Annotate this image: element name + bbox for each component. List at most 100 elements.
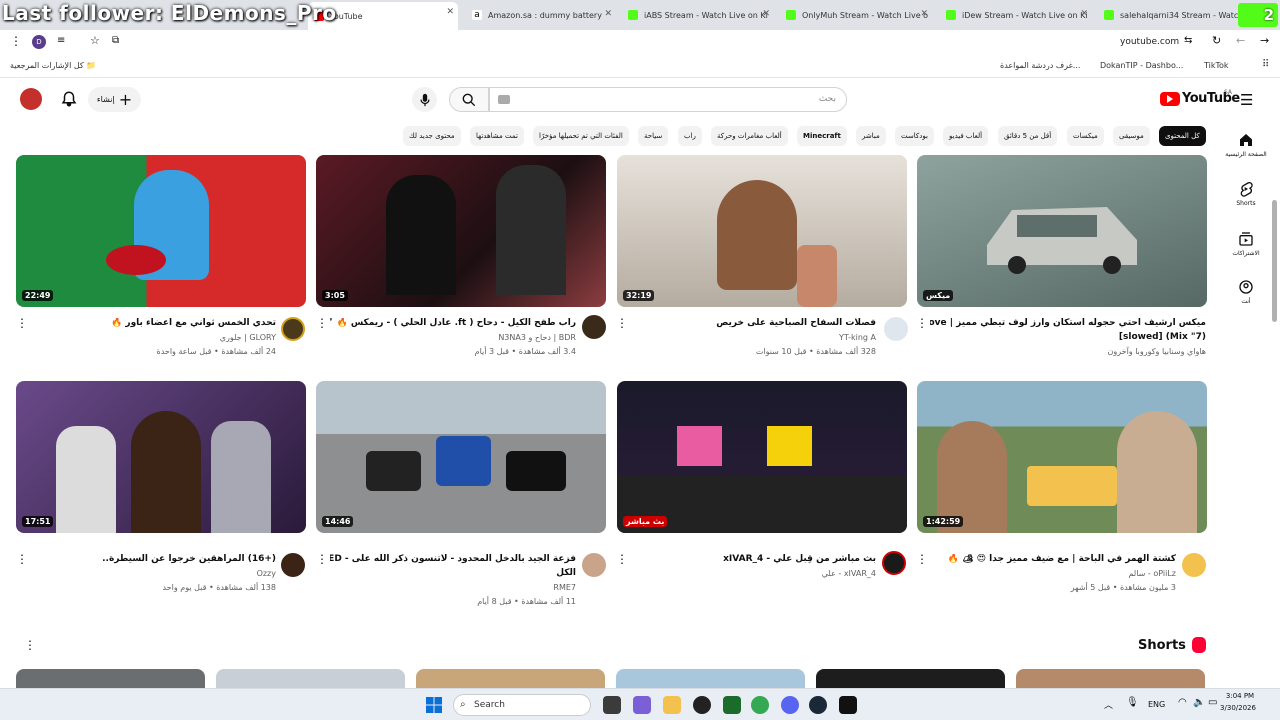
channel-avatar-live[interactable]	[882, 551, 906, 575]
short-thumbnail[interactable]	[416, 669, 605, 688]
video-menu-icon[interactable]: ⋮	[316, 317, 328, 329]
short-thumbnail[interactable]	[16, 669, 205, 688]
search-button[interactable]	[449, 87, 489, 112]
keyboard-icon[interactable]	[498, 95, 510, 104]
chip-filter[interactable]: ميكسات	[1067, 126, 1104, 146]
back-icon[interactable]: →	[1260, 34, 1269, 47]
bookmark-dokantip[interactable]: DokanTIP - Dashbo...	[1100, 61, 1183, 70]
video-title[interactable]: تحدي الخمس ثواني مع اعضاء باور 🔥	[30, 318, 276, 328]
account-avatar[interactable]	[20, 88, 42, 110]
taskbar-date[interactable]: 3/30/2026	[1214, 704, 1262, 712]
video-title[interactable]: فصلات السفاح الصباحية على خريص	[630, 318, 876, 328]
video-menu-icon[interactable]: ⋮	[16, 553, 28, 565]
windows-start-icon[interactable]	[426, 697, 442, 713]
app-icon[interactable]	[693, 696, 711, 714]
apps-grid-icon[interactable]: ⠿	[1262, 59, 1269, 70]
short-thumbnail[interactable]	[816, 669, 1005, 688]
video-channel[interactable]: BDR | دحاح و N3NA3	[330, 333, 576, 342]
video-menu-icon[interactable]: ⋮	[616, 553, 628, 565]
url-text[interactable]: youtube.com	[1120, 37, 1179, 47]
bookmark-tiktok[interactable]: TikTok	[1204, 61, 1229, 70]
close-tab-icon[interactable]: ✕	[920, 9, 928, 19]
discord-icon[interactable]	[781, 696, 799, 714]
sidenav-shorts[interactable]: Shorts	[1224, 181, 1268, 207]
reload-icon[interactable]: ↻	[1212, 34, 1221, 47]
sidenav-home[interactable]: الصفحة الرئيسية	[1224, 132, 1268, 158]
short-thumbnail[interactable]	[216, 669, 405, 688]
close-tab-icon[interactable]: ✕	[446, 7, 454, 17]
bookmark-star-icon[interactable]: ☆	[90, 34, 100, 47]
video-title[interactable]: كشتة الهمر في الباحة | مع ضيف مميز جداً …	[930, 554, 1176, 564]
network-icon[interactable]: ◠	[1178, 697, 1187, 708]
channel-avatar[interactable]	[281, 553, 305, 577]
browser-menu-icon[interactable]: ⋮	[10, 34, 22, 48]
tab-kick-salehalqarni[interactable]: salehalqarni34 Stream - Watch	[1098, 4, 1238, 26]
chip-filter[interactable]: راب	[678, 126, 702, 146]
video-channel[interactable]: هاواي وسنابيا وكوروبا وآخرون	[930, 347, 1206, 356]
video-channel[interactable]: Ozzy	[30, 569, 276, 578]
video-channel[interactable]: YT-king A	[630, 333, 876, 342]
channel-avatar[interactable]	[281, 317, 305, 341]
page-scrollbar[interactable]	[1272, 200, 1277, 322]
chip-filter[interactable]: أقل من 5 دقائق	[998, 126, 1058, 146]
search-input[interactable]: بحث	[489, 87, 847, 112]
video-title-line2[interactable]: (7" Mix) [slowed]	[930, 332, 1206, 342]
chip-filter[interactable]: تمت مشاهدتها	[470, 126, 524, 146]
chrome-icon[interactable]	[751, 696, 769, 714]
chip-filter[interactable]: ألعاب فيديو	[943, 126, 989, 146]
tab-amazon[interactable]: a Amazon.sa : dummy battery ✕	[466, 4, 616, 26]
hamburger-menu-icon[interactable]: ☰	[1240, 91, 1253, 109]
tab-kick-idew[interactable]: iDew Stream - Watch Live on Ki ✕	[940, 4, 1092, 26]
video-menu-icon[interactable]: ⋮	[16, 317, 28, 329]
bookmark-dating-rooms[interactable]: غرف دردشة المواعدة...	[1000, 61, 1080, 70]
task-view-icon[interactable]	[603, 696, 621, 714]
video-channel[interactable]: xIVAR_4 - علي	[630, 569, 876, 578]
chip-filter[interactable]: ألعاب مغامرات وحركة	[711, 126, 788, 146]
video-menu-icon[interactable]: ⋮	[916, 317, 928, 329]
video-title[interactable]: راب طفح الكيل - دحاح ( ft. عادل الحلي ) …	[330, 318, 576, 328]
sidenav-you[interactable]: أنت	[1224, 279, 1268, 305]
create-button[interactable]: إنشاء +	[88, 87, 141, 112]
video-title[interactable]: بث مباشر من قِبل علي - xIVAR_4	[630, 554, 876, 564]
tab-kick-iabs[interactable]: iABS Stream - Watch Live on Ki ✕	[622, 4, 774, 26]
taskbar-search[interactable]: ⌕ Search	[453, 694, 591, 716]
video-menu-icon[interactable]: ⋮	[316, 553, 328, 565]
forward-icon[interactable]: ←	[1236, 34, 1245, 47]
channel-avatar[interactable]	[582, 553, 606, 577]
video-thumbnail[interactable]: 3:05	[316, 155, 606, 307]
site-settings-icon[interactable]: ⇆	[1184, 35, 1192, 46]
video-title[interactable]: (+16) المراهقين خرجوا عن السيطرة..	[30, 554, 276, 564]
microphone-tray-icon[interactable]: 🎙	[1126, 697, 1139, 708]
video-channel[interactable]: GLORY | جلوري	[30, 333, 276, 342]
video-menu-icon[interactable]: ⋮	[616, 317, 628, 329]
notifications-bell-icon[interactable]	[60, 90, 78, 112]
channel-avatar[interactable]	[884, 317, 908, 341]
close-tab-icon[interactable]: ✕	[762, 9, 770, 19]
video-thumbnail[interactable]: 14:46	[316, 381, 606, 533]
sidenav-subscriptions[interactable]: الاشتراكات	[1224, 231, 1268, 257]
taskbar-time[interactable]: 3:04 PM	[1220, 692, 1260, 700]
tab-kick-onlymuh[interactable]: OnlyMuh Stream - Watch Live o ✕	[780, 4, 932, 26]
chip-filter[interactable]: كل المحتوى	[1159, 126, 1206, 146]
chip-filter[interactable]: محتوى جديد لك	[403, 126, 461, 146]
close-tab-icon[interactable]: ✕	[1080, 9, 1088, 19]
video-title[interactable]: ميكس ارشيف احتي حجوله استكان وارز لوف تي…	[930, 318, 1206, 328]
chip-filter[interactable]: موسيقى	[1113, 126, 1150, 146]
video-thumbnail[interactable]: بث مباشر	[617, 381, 907, 533]
video-title[interactable]: فزعة الجيد بالدخل المحدود - لاتنسون ذكر …	[330, 554, 576, 564]
tray-chevron-icon[interactable]: ︿	[1104, 698, 1113, 711]
video-thumbnail[interactable]: 32:19	[617, 155, 907, 307]
channel-avatar[interactable]	[1182, 553, 1206, 577]
app-icon[interactable]	[633, 696, 651, 714]
chip-filter[interactable]: الفئات التي تم تحميلها مؤخرًا	[533, 126, 629, 146]
voice-search-button[interactable]	[412, 87, 437, 112]
close-tab-icon[interactable]: ✕	[604, 9, 612, 19]
chip-filter[interactable]: بودكاست	[895, 126, 934, 146]
language-indicator[interactable]: ENG	[1148, 700, 1165, 709]
channel-avatar[interactable]	[582, 315, 606, 339]
volume-icon[interactable]: 🔈	[1193, 697, 1205, 708]
video-thumbnail[interactable]: 22:49	[16, 155, 306, 307]
bookmark-all[interactable]: كل الإشارات المرجعية 📁	[10, 61, 96, 70]
install-app-icon[interactable]: ⧉	[112, 35, 119, 46]
chip-filter[interactable]: سياحة	[638, 126, 669, 146]
